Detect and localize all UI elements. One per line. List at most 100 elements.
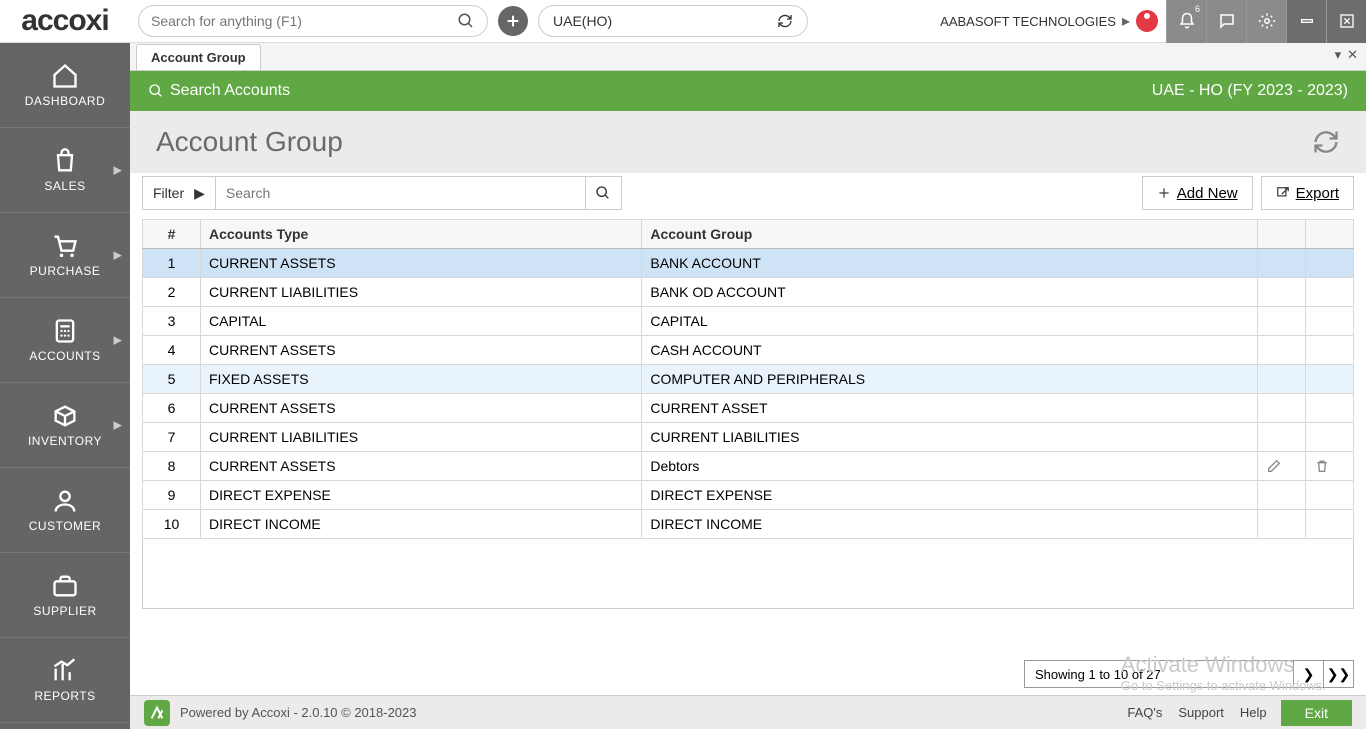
calc-icon [51,317,79,345]
cell-num: 2 [143,278,201,307]
sidebar-item-purchase[interactable]: PURCHASE▶ [0,213,130,298]
cart-icon [51,232,79,260]
chevron-right-icon: ▸ [1122,11,1130,31]
branch-selector[interactable]: UAE(HO) [538,5,808,37]
cell-num: 9 [143,481,201,510]
sidebar-item-inventory[interactable]: INVENTORY ▶ [0,383,130,468]
cell-type: DIRECT INCOME [201,510,642,539]
chat-icon [1218,12,1236,30]
edit-icon[interactable] [1258,452,1306,481]
search-icon [457,12,475,30]
sidebar-item-sales[interactable]: SALES▶ [0,128,130,213]
bag-icon [51,147,79,175]
search-accounts-button[interactable]: Search Accounts [148,82,290,100]
minimize-icon [1299,13,1315,29]
table-row[interactable]: 3CAPITALCAPITAL [143,307,1354,336]
delete-icon [1306,394,1354,423]
help-link[interactable]: Help [1240,705,1267,720]
minimize-button[interactable] [1286,0,1326,43]
pager-info: Showing 1 to 10 of 27 [1024,660,1294,688]
table-row[interactable]: 2CURRENT LIABILITIESBANK OD ACCOUNT [143,278,1354,307]
table-row[interactable]: 4CURRENT ASSETSCASH ACCOUNT [143,336,1354,365]
table-row[interactable]: 7CURRENT LIABILITIESCURRENT LIABILITIES [143,423,1354,452]
page-title: Account Group [156,126,343,158]
tab-menu-icon[interactable]: ▾ [1335,47,1342,63]
close-window-button[interactable] [1326,0,1366,43]
sync-icon [1312,128,1340,156]
cell-type: CURRENT LIABILITIES [201,423,642,452]
filter-button[interactable]: Filter ▶ [142,176,216,210]
cell-num: 3 [143,307,201,336]
cell-type: CURRENT LIABILITIES [201,278,642,307]
delete-icon[interactable] [1306,452,1354,481]
cell-group: DIRECT EXPENSE [642,481,1258,510]
exit-button[interactable]: Exit [1281,700,1352,726]
home-icon [51,62,79,90]
table-search-button[interactable] [586,176,622,210]
chevron-right-icon: ▶ [114,419,122,432]
table-row[interactable]: 5FIXED ASSETSCOMPUTER AND PERIPHERALS [143,365,1354,394]
export-icon [1276,186,1290,200]
export-button[interactable]: Export [1261,176,1354,210]
powered-by: Powered by Accoxi - 2.0.10 © 2018-2023 [180,705,417,720]
col-num[interactable]: # [143,220,201,249]
delete-icon [1306,307,1354,336]
col-group[interactable]: Account Group [642,220,1258,249]
sidebar-item-accounts[interactable]: ACCOUNTS▶ [0,298,130,383]
table-empty-area [142,539,1354,609]
pager-last[interactable]: ❯❯ [1324,660,1354,688]
support-link[interactable]: Support [1178,705,1224,720]
play-icon: ▶ [194,185,205,202]
pager-next[interactable]: ❯ [1294,660,1324,688]
gear-icon [1258,12,1276,30]
cell-group: COMPUTER AND PERIPHERALS [642,365,1258,394]
sidebar-item-reports[interactable]: REPORTS [0,638,130,723]
cell-num: 8 [143,452,201,481]
topbar-right: AABASOFT TECHNOLOGIES ▸ 6 [940,0,1366,43]
edit-icon [1258,307,1306,336]
sidebar-item-label: SALES [44,179,85,193]
tab-account-group[interactable]: Account Group [136,44,261,70]
col-type[interactable]: Accounts Type [201,220,642,249]
cell-num: 1 [143,249,201,278]
table-row[interactable]: 8CURRENT ASSETSDebtors [143,452,1354,481]
box-icon [51,402,79,430]
edit-icon [1258,394,1306,423]
tab-close-icon[interactable]: ✕ [1347,47,1358,63]
table-row[interactable]: 9DIRECT EXPENSEDIRECT EXPENSE [143,481,1354,510]
cell-group: CASH ACCOUNT [642,336,1258,365]
sidebar-item-label: INVENTORY [28,434,102,448]
chat-button[interactable] [1206,0,1246,43]
global-search-input[interactable] [151,13,457,29]
edit-icon [1258,278,1306,307]
cell-type: FIXED ASSETS [201,365,642,394]
table-row[interactable]: 1CURRENT ASSETSBANK ACCOUNT [143,249,1354,278]
settings-button[interactable] [1246,0,1286,43]
notifications-button[interactable]: 6 [1166,0,1206,43]
page-actionbar: Search Accounts UAE - HO (FY 2023 - 2023… [130,71,1366,111]
faq-link[interactable]: FAQ's [1127,705,1162,720]
user-icon [51,487,79,515]
cell-type: CAPITAL [201,307,642,336]
global-search[interactable] [138,5,488,37]
topbar: accoxi UAE(HO) AABASOFT TECHNOLOGIES ▸ 6 [0,0,1366,43]
sidebar-item-label: PURCHASE [30,264,101,278]
company-name[interactable]: AABASOFT TECHNOLOGIES [940,14,1116,29]
table-row[interactable]: 10DIRECT INCOMEDIRECT INCOME [143,510,1354,539]
add-button[interactable] [498,6,528,36]
sidebar-item-supplier[interactable]: SUPPLIER [0,553,130,638]
sidebar-item-customer[interactable]: CUSTOMER [0,468,130,553]
edit-icon [1258,365,1306,394]
title-bar: Account Group [130,111,1366,173]
cell-group: CURRENT ASSET [642,394,1258,423]
add-new-button[interactable]: Add New [1142,176,1253,210]
filter-row: Filter ▶ Add New Export [130,173,1366,213]
sidebar: DASHBOARDSALES▶PURCHASE▶ACCOUNTS▶INVENTO… [0,43,130,729]
sidebar-item-dashboard[interactable]: DASHBOARD [0,43,130,128]
sync-button[interactable] [1312,128,1340,156]
cell-num: 4 [143,336,201,365]
table-row[interactable]: 6CURRENT ASSETSCURRENT ASSET [143,394,1354,423]
table-search-input[interactable] [216,176,586,210]
delete-icon [1306,481,1354,510]
accounts-table: # Accounts Type Account Group 1CURRENT A… [142,219,1354,539]
